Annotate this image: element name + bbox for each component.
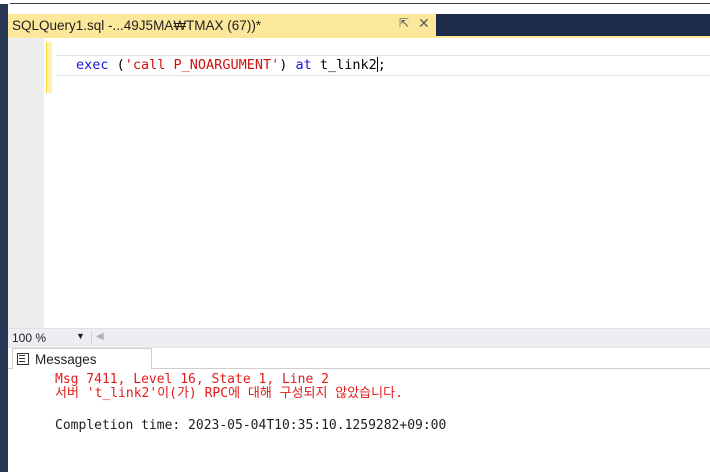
token-close-paren: )	[279, 57, 296, 73]
messages-tab-label: Messages	[35, 351, 97, 367]
string-literal: 'call P_NOARGUMENT'	[124, 57, 280, 73]
window-top-border	[10, 3, 710, 4]
tab-messages[interactable]: Messages	[12, 348, 152, 369]
tab-sqlquery1[interactable]: SQLQuery1.sql -...49J5MA₩TMAX (67))* ⇱ ✕	[8, 14, 436, 36]
error-header-line: Msg 7411, Level 16, State 1, Line 2	[55, 372, 329, 387]
zoom-level[interactable]: 100 %	[12, 331, 46, 345]
left-frame-strip	[0, 4, 8, 472]
keyword-exec: exec	[76, 57, 109, 73]
tab-title: SQLQuery1.sql -...49J5MA₩TMAX (67))*	[12, 17, 262, 33]
completion-time-line: Completion time: 2023-05-04T10:35:10.125…	[55, 418, 447, 433]
token-open-paren: (	[108, 57, 125, 73]
linked-server-name: t_link2	[311, 57, 377, 73]
zoom-separator	[91, 332, 92, 344]
token-semicolon: ;	[377, 57, 386, 73]
editor-gutter	[8, 38, 44, 328]
change-tracking-bar	[46, 42, 52, 93]
scroll-left-icon[interactable]: ◀	[96, 331, 104, 342]
query-editor[interactable]	[8, 38, 710, 328]
zoom-bar: 100 % ▼ ◀	[8, 328, 710, 347]
code-line-1[interactable]: exec ('call P_NOARGUMENT') at t_link2;	[76, 57, 386, 73]
error-message-line: 서버 't_link2'이(가) RPC에 대해 구성되지 않았습니다.	[55, 386, 403, 401]
messages-icon	[17, 353, 29, 365]
close-icon[interactable]: ✕	[418, 15, 430, 32]
chevron-down-icon[interactable]: ▼	[76, 331, 85, 341]
pin-icon[interactable]: ⇱	[399, 16, 409, 30]
keyword-at: at	[295, 57, 312, 73]
